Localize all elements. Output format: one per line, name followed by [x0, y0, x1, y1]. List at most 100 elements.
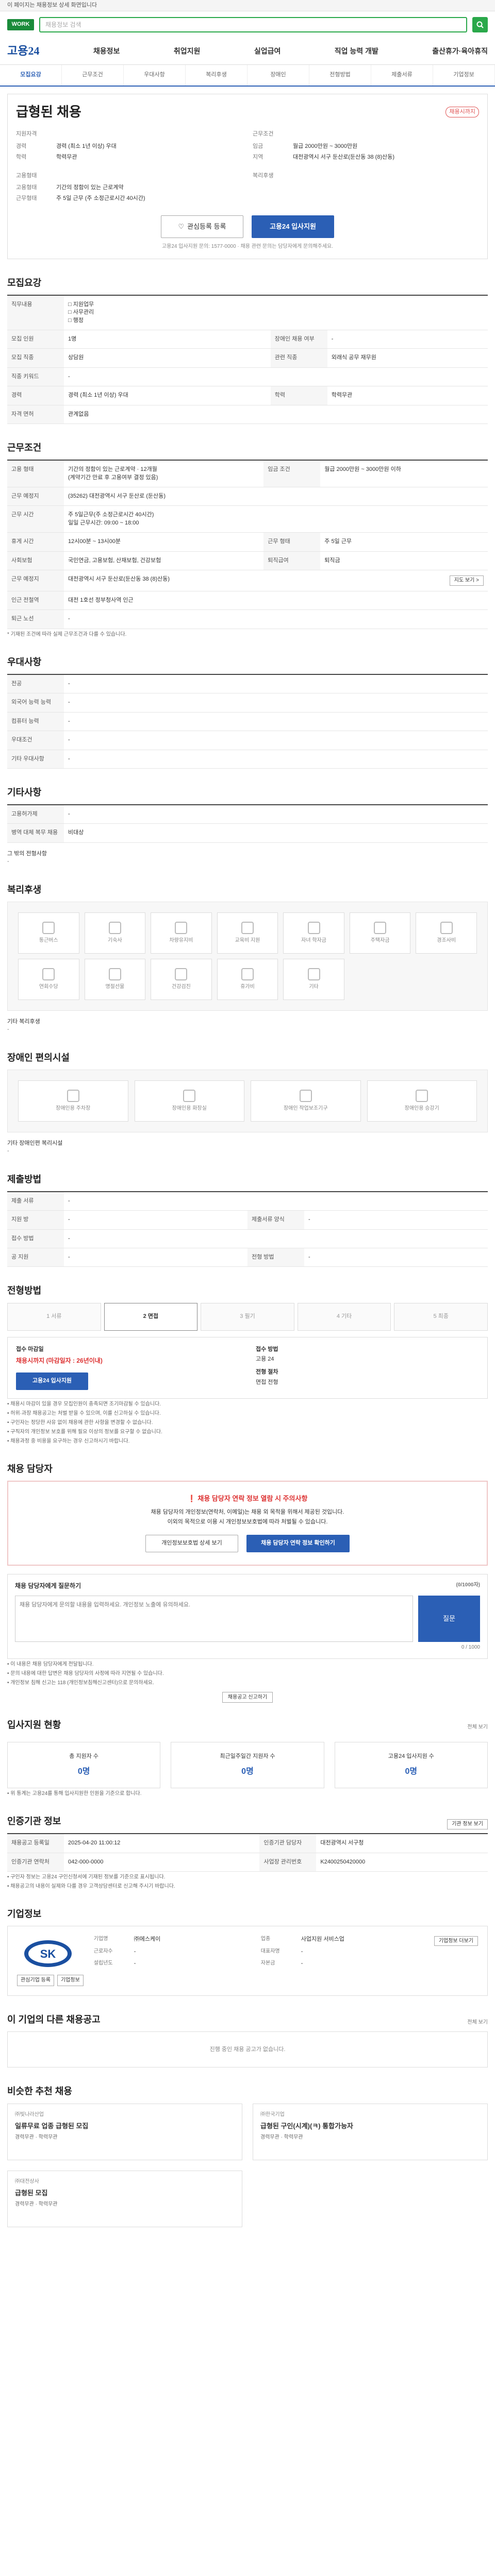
company-logo-text: SK: [40, 1947, 56, 1960]
recommend-section: 비슷한 추천 채용 ㈜빛나라산업 일류무료 업종 급형된 모집 경력무관 · 학력무…: [7, 2085, 488, 2227]
question-title: 채용 담당자에게 질문하기: [15, 1582, 81, 1589]
recommend-company: ㈜대전상사: [15, 2178, 39, 2184]
deadline-label: 접수 마감일: [16, 1346, 44, 1352]
row-key: 접수 방법: [7, 1229, 64, 1248]
company-value: -: [301, 1948, 303, 1955]
row-value: 주 5일 근무: [320, 532, 488, 552]
section-tabs: 모집요강 근무조건 우대사항 복리후생 장애인 전형방법 제출서류 기업정보: [0, 65, 495, 87]
nav-item-parental-leave[interactable]: 출산휴가·육아휴직: [432, 46, 488, 57]
welfare-label: 연회수당: [39, 984, 58, 990]
privacy-law-button[interactable]: 개인정보보호법 상세 보기: [145, 1534, 238, 1552]
nav-item-vocational-training[interactable]: 직업 능력 개발: [335, 46, 378, 57]
welfare-label: 자녀 학자금: [301, 937, 326, 943]
row-key: 기타 우대사항: [7, 750, 64, 769]
welfare-item: 교육비 지원: [217, 912, 278, 954]
company-info-button[interactable]: 기업정보: [57, 1975, 84, 1987]
stage-value: 면접 전형: [256, 1379, 278, 1385]
org-section: 인증기관 정보 기관 정보 보기 채용공고 등록일 2025-04-20 11:00…: [7, 1815, 488, 1890]
section-title: 채용 담당자: [7, 1463, 53, 1474]
org-table: 채용공고 등록일 2025-04-20 11:00:12 인증기관 담당자 대전광역시…: [7, 1833, 488, 1872]
process-step: 4 기타: [297, 1302, 391, 1331]
stat-card: 최근일주일간 지원자 수 0명: [171, 1742, 324, 1789]
welfare-item: 기타: [283, 958, 344, 1000]
search-icon: [476, 21, 484, 28]
stat-card: 고용24 입사지원 수 0명: [334, 1742, 488, 1789]
tab-preference[interactable]: 우대사항: [124, 65, 186, 86]
apply-button[interactable]: 고용24 입사지원: [252, 215, 334, 238]
tab-company[interactable]: 기업정보: [433, 65, 495, 86]
row-key: 고용 형태: [7, 460, 64, 488]
conditions-table: 고용 형태 기간의 정함이 있는 근로계약 · 12개월 (계약기간 만료 후 고…: [7, 460, 488, 629]
row-value: 대전광역시 서구 둔산로(둔산동 38 (8)산동): [68, 575, 170, 582]
same-company-more[interactable]: 전체 보기: [467, 2019, 488, 2026]
nav-item-unemployment-benefit[interactable]: 실업급여: [254, 46, 281, 57]
row-value: -: [304, 1210, 488, 1230]
tab-documents[interactable]: 제출서류: [371, 65, 433, 86]
org-more-button[interactable]: 기관 정보 보기: [447, 1819, 488, 1829]
facility-item: 장애인용 승강기: [367, 1080, 477, 1122]
tab-conditions[interactable]: 근무조건: [62, 65, 124, 86]
graduation-icon: [307, 921, 320, 934]
extra-key: 그 밖의 전형사항: [7, 850, 47, 857]
welfare-item: 연회수당: [18, 958, 79, 1000]
nav-item-jobs[interactable]: 채용정보: [93, 46, 120, 57]
contact-body: 채용 담당자의 개인정보(연락처, 이메일)는 채용 외 목적을 위해서 제공된…: [151, 1509, 344, 1516]
row-key: 근무 형태: [263, 532, 321, 552]
section-title: 장애인 편의시설: [7, 1052, 70, 1063]
row-value: -: [64, 1210, 248, 1230]
process-apply-button[interactable]: 고용24 입사지원: [16, 1372, 88, 1390]
recommend-card[interactable]: ㈜한국기업 급형된 구인(시계)(ㅋ) 통합가능자 경력무관 · 학력무관: [253, 2103, 488, 2160]
summary-key: 학력: [16, 154, 27, 161]
process-note: • 채용시 마감이 있을 경우 모집인원이 충족되면 조기마감될 수 있습니다.: [7, 1401, 161, 1407]
company-more-button[interactable]: 기업정보 더보기: [434, 1936, 478, 1946]
row-value: 12시00분 ~ 13시00분: [64, 532, 264, 552]
tab-process[interactable]: 전형방법: [309, 65, 371, 86]
contact-body: 이외의 목적으로 이용 시 개인정보보호법에 따라 처벌될 수 있습니다.: [167, 1519, 328, 1526]
preference-section: 우대사항 전공 - 외국어 능력 능력 - 컴퓨터 능력 - 우대조건 - 기타 우대사…: [7, 656, 488, 769]
row-key: 모집 직종: [7, 348, 64, 368]
row-key: 자격 면허: [7, 405, 64, 425]
apply-info-section: 제출방법 제출 서류 - 지원 방 - 제출서류 양식 - 접수 방법 - 공 지원 - 전형…: [7, 1173, 488, 1267]
question-count: 0 / 1000: [461, 1644, 480, 1650]
facility-item: 장애인 작업보조기구: [251, 1080, 361, 1122]
question-submit-button[interactable]: 질문: [418, 1595, 480, 1642]
map-button[interactable]: 지도 보기 >: [449, 575, 484, 586]
row-value: 경력 (최소 1년 이상) 우대: [64, 386, 271, 405]
question-input[interactable]: [15, 1595, 413, 1642]
report-button[interactable]: 채용공고 신고하기: [222, 1691, 273, 1703]
section-title: 이 기업의 다른 채용공고: [7, 2014, 101, 2025]
row-value: (35262) 대전광역시 서구 둔산로 (둔산동): [64, 487, 488, 506]
tab-recruit[interactable]: 모집요강: [0, 65, 62, 86]
nav-item-employment-support[interactable]: 취업지원: [174, 46, 201, 57]
process-note: • 채용과정 중 비용을 요구하는 경우 신고하시기 바랍니다.: [7, 1438, 130, 1444]
summary-key: 근무형태: [16, 195, 37, 202]
job-title: 급형된 채용: [16, 104, 81, 120]
row-value: 대전광역시 서구청: [316, 1834, 488, 1853]
site-logo[interactable]: WORK: [7, 19, 34, 30]
row-value: 042-000-0000: [64, 1853, 260, 1872]
row-value: -: [64, 674, 488, 694]
company-bookmark-button[interactable]: 관심기업 등록: [17, 1975, 54, 1987]
section-title: 근무조건: [7, 443, 42, 453]
row-key: 우대조건: [7, 731, 64, 750]
recommend-card[interactable]: ㈜대전상사 급형된 모집 경력무관 · 학력무관: [7, 2170, 242, 2227]
row-value: 국민연금, 고용보험, 산재보험, 건강보험: [64, 551, 264, 570]
row-value: -: [64, 1248, 248, 1267]
welfare-label: 교육비 지원: [235, 937, 260, 943]
apply-note: 고용24 입사지원 문의: 1577-0000 · 채용 관련 문의는 담당자에…: [161, 243, 334, 249]
show-contact-button[interactable]: 채용 담당자 연락 정보 확인하기: [246, 1534, 350, 1552]
row-key: 경력: [7, 386, 64, 405]
same-company-section: 이 기업의 다른 채용공고 전체 보기 진행 중인 채용 공고가 없습니다.: [7, 2013, 488, 2068]
bookmark-button[interactable]: ♡ 관심등록 등록: [161, 215, 243, 238]
brand-title[interactable]: 고용24: [7, 43, 39, 59]
row-key: 근무 예정지: [7, 487, 64, 506]
tab-welfare[interactable]: 복리후생: [186, 65, 248, 86]
apply-info-table: 제출 서류 - 지원 방 - 제출서류 양식 - 접수 방법 - 공 지원 - 전형 방법 -: [7, 1191, 488, 1267]
tab-disabled[interactable]: 장애인: [248, 65, 309, 86]
welfare-label: 건강검진: [172, 984, 191, 990]
welfare-box: 통근버스 기숙사 차량유지비 교육비 지원 자녀 학자금 주택자금 경조사비 연…: [7, 901, 488, 1011]
recommend-card[interactable]: ㈜빛나라산업 일류무료 업종 급형된 모집 경력무관 · 학력무관: [7, 2103, 242, 2160]
search-button[interactable]: [472, 17, 488, 32]
search-input[interactable]: 채용정보 검색: [39, 17, 467, 32]
apply-status-more[interactable]: 전체 보기: [467, 1724, 488, 1731]
